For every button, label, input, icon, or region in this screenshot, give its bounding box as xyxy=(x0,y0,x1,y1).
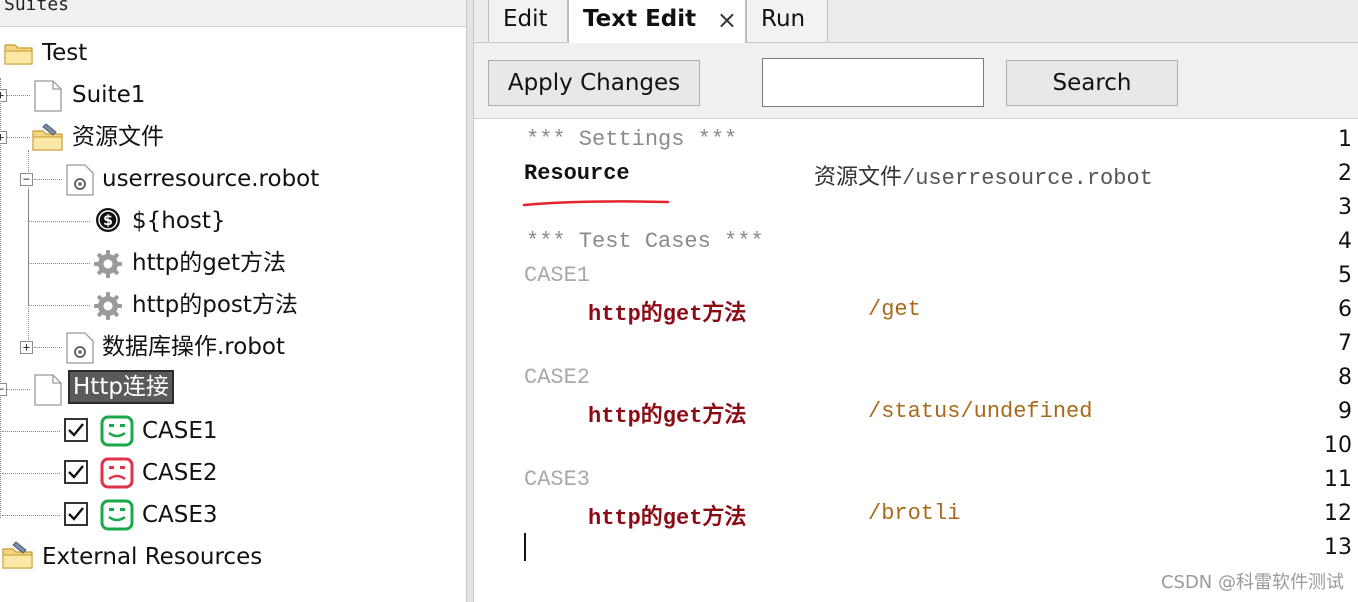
tree-label-case1: CASE1 xyxy=(142,418,218,444)
panel-splitter[interactable] xyxy=(466,0,474,602)
collapse-icon[interactable]: − xyxy=(20,173,33,186)
tab-edit[interactable]: Edit xyxy=(488,0,568,42)
line-number-gutter xyxy=(474,119,522,602)
tab-text-edit-label: Text Edit xyxy=(583,6,697,32)
search-button[interactable]: Search xyxy=(1006,60,1178,106)
line-number: 5 xyxy=(1338,263,1352,288)
tree-guide xyxy=(28,190,29,305)
resource-file-icon xyxy=(66,164,94,196)
file-icon xyxy=(34,374,62,406)
tree-guide xyxy=(34,179,62,180)
tree-guide xyxy=(2,473,60,474)
gear-icon xyxy=(94,292,122,320)
editor-panel: Edit Text Edit × Run Apply Changes Searc… xyxy=(474,0,1358,602)
text-caret xyxy=(524,533,526,561)
tree-label-resource-folder: 资源文件 xyxy=(72,124,164,150)
apply-changes-button[interactable]: Apply Changes xyxy=(488,60,700,106)
line-number: 10 xyxy=(1324,433,1352,458)
resource-keyword: Resource xyxy=(524,161,630,186)
case3-name: CASE3 xyxy=(524,467,591,492)
case1-arg: /get xyxy=(868,297,921,322)
expand-icon[interactable]: + xyxy=(0,131,7,144)
tree-guide xyxy=(28,263,90,264)
file-icon xyxy=(34,80,62,112)
watermark: CSDN @科雷软件测试 xyxy=(1160,572,1344,593)
tree-label-db-file: 数据库操作.robot xyxy=(102,334,286,360)
line-number: 9 xyxy=(1338,399,1352,424)
tree-guide xyxy=(34,347,62,348)
tree-guide xyxy=(0,78,1,518)
line-number: 11 xyxy=(1324,467,1352,492)
expand-icon[interactable]: + xyxy=(20,341,33,354)
line-number: 4 xyxy=(1338,229,1352,254)
text-editor[interactable]: 1 2 3 4 5 6 7 8 9 10 11 12 13 *** Settin… xyxy=(474,118,1358,602)
tree-guide xyxy=(28,305,90,306)
checkmark-icon xyxy=(68,423,84,437)
tree-label-userresource: userresource.robot xyxy=(102,166,320,192)
test-pass-icon xyxy=(100,499,134,531)
tree-label-suite1: Suite1 xyxy=(72,82,146,108)
tree-label-case3: CASE3 xyxy=(142,502,218,528)
case2-name: CASE2 xyxy=(524,365,591,390)
case2-keyword: http的get方法 xyxy=(588,404,747,429)
line-number: 8 xyxy=(1338,365,1352,390)
testcases-header: *** Test Cases *** xyxy=(526,229,764,254)
tab-run[interactable]: Run xyxy=(746,0,828,42)
folder-open-icon xyxy=(4,44,33,65)
test-pass-icon xyxy=(100,415,134,447)
variable-dollar-icon: $ xyxy=(96,208,120,232)
line-number: 6 xyxy=(1338,297,1352,322)
tree-label-http-suite: Http连接 xyxy=(68,370,174,404)
tree-label-host: ${host} xyxy=(132,208,226,234)
line-number: 2 xyxy=(1338,161,1352,186)
tree-label-external-resources: External Resources xyxy=(42,544,263,570)
suites-panel-header: Suites xyxy=(0,0,466,27)
collapse-icon[interactable]: − xyxy=(0,383,7,396)
svg-text:$: $ xyxy=(103,213,113,229)
tree-guide xyxy=(28,221,90,222)
gear-icon xyxy=(94,250,122,278)
line-number: 3 xyxy=(1338,195,1352,220)
case3-checkbox[interactable] xyxy=(64,502,88,526)
case1-checkbox[interactable] xyxy=(64,418,88,442)
tree-label-keyword-post: http的post方法 xyxy=(132,292,298,318)
tree-label-case2: CASE2 xyxy=(142,460,218,486)
line-number: 12 xyxy=(1324,501,1352,526)
line-number: 7 xyxy=(1338,331,1352,356)
tree-guide xyxy=(2,515,60,516)
line-number: 1 xyxy=(1338,127,1352,152)
close-icon[interactable]: × xyxy=(717,0,737,40)
suites-panel-title: Suites xyxy=(4,0,70,15)
resource-path-file: /userresource.robot xyxy=(902,166,1153,191)
suites-panel: Suites Test + Suite1 + 资源文件 − userresour… xyxy=(0,0,466,602)
checkmark-icon xyxy=(68,507,84,521)
resource-path-cn: 资源文件 xyxy=(814,165,903,190)
tab-edit-label: Edit xyxy=(503,6,548,32)
tab-bar: Edit Text Edit × Run xyxy=(474,0,1358,43)
case2-arg: /status/undefined xyxy=(868,399,1093,424)
checkmark-icon xyxy=(68,465,84,479)
tree-guide xyxy=(2,431,60,432)
expand-icon[interactable]: + xyxy=(0,89,7,102)
tree-label-keyword-get: http的get方法 xyxy=(132,250,286,276)
case2-checkbox[interactable] xyxy=(64,460,88,484)
resource-file-icon xyxy=(66,332,94,364)
line-number: 13 xyxy=(1324,535,1352,560)
resource-folder-icon xyxy=(2,541,33,569)
case3-arg: /brotli xyxy=(868,501,961,526)
case1-keyword: http的get方法 xyxy=(588,302,747,327)
tab-run-label: Run xyxy=(761,6,806,32)
tree-label-test: Test xyxy=(42,40,88,66)
resource-folder-icon xyxy=(32,123,63,151)
resource-path: 资源文件/userresource.robot xyxy=(814,159,1153,191)
tab-text-edit[interactable]: Text Edit × xyxy=(568,0,746,43)
red-underline-annotation xyxy=(522,200,670,207)
test-fail-icon xyxy=(100,457,134,489)
case3-keyword: http的get方法 xyxy=(588,506,747,531)
search-input[interactable] xyxy=(762,58,984,107)
settings-header: *** Settings *** xyxy=(526,127,738,152)
case1-name: CASE1 xyxy=(524,263,591,288)
